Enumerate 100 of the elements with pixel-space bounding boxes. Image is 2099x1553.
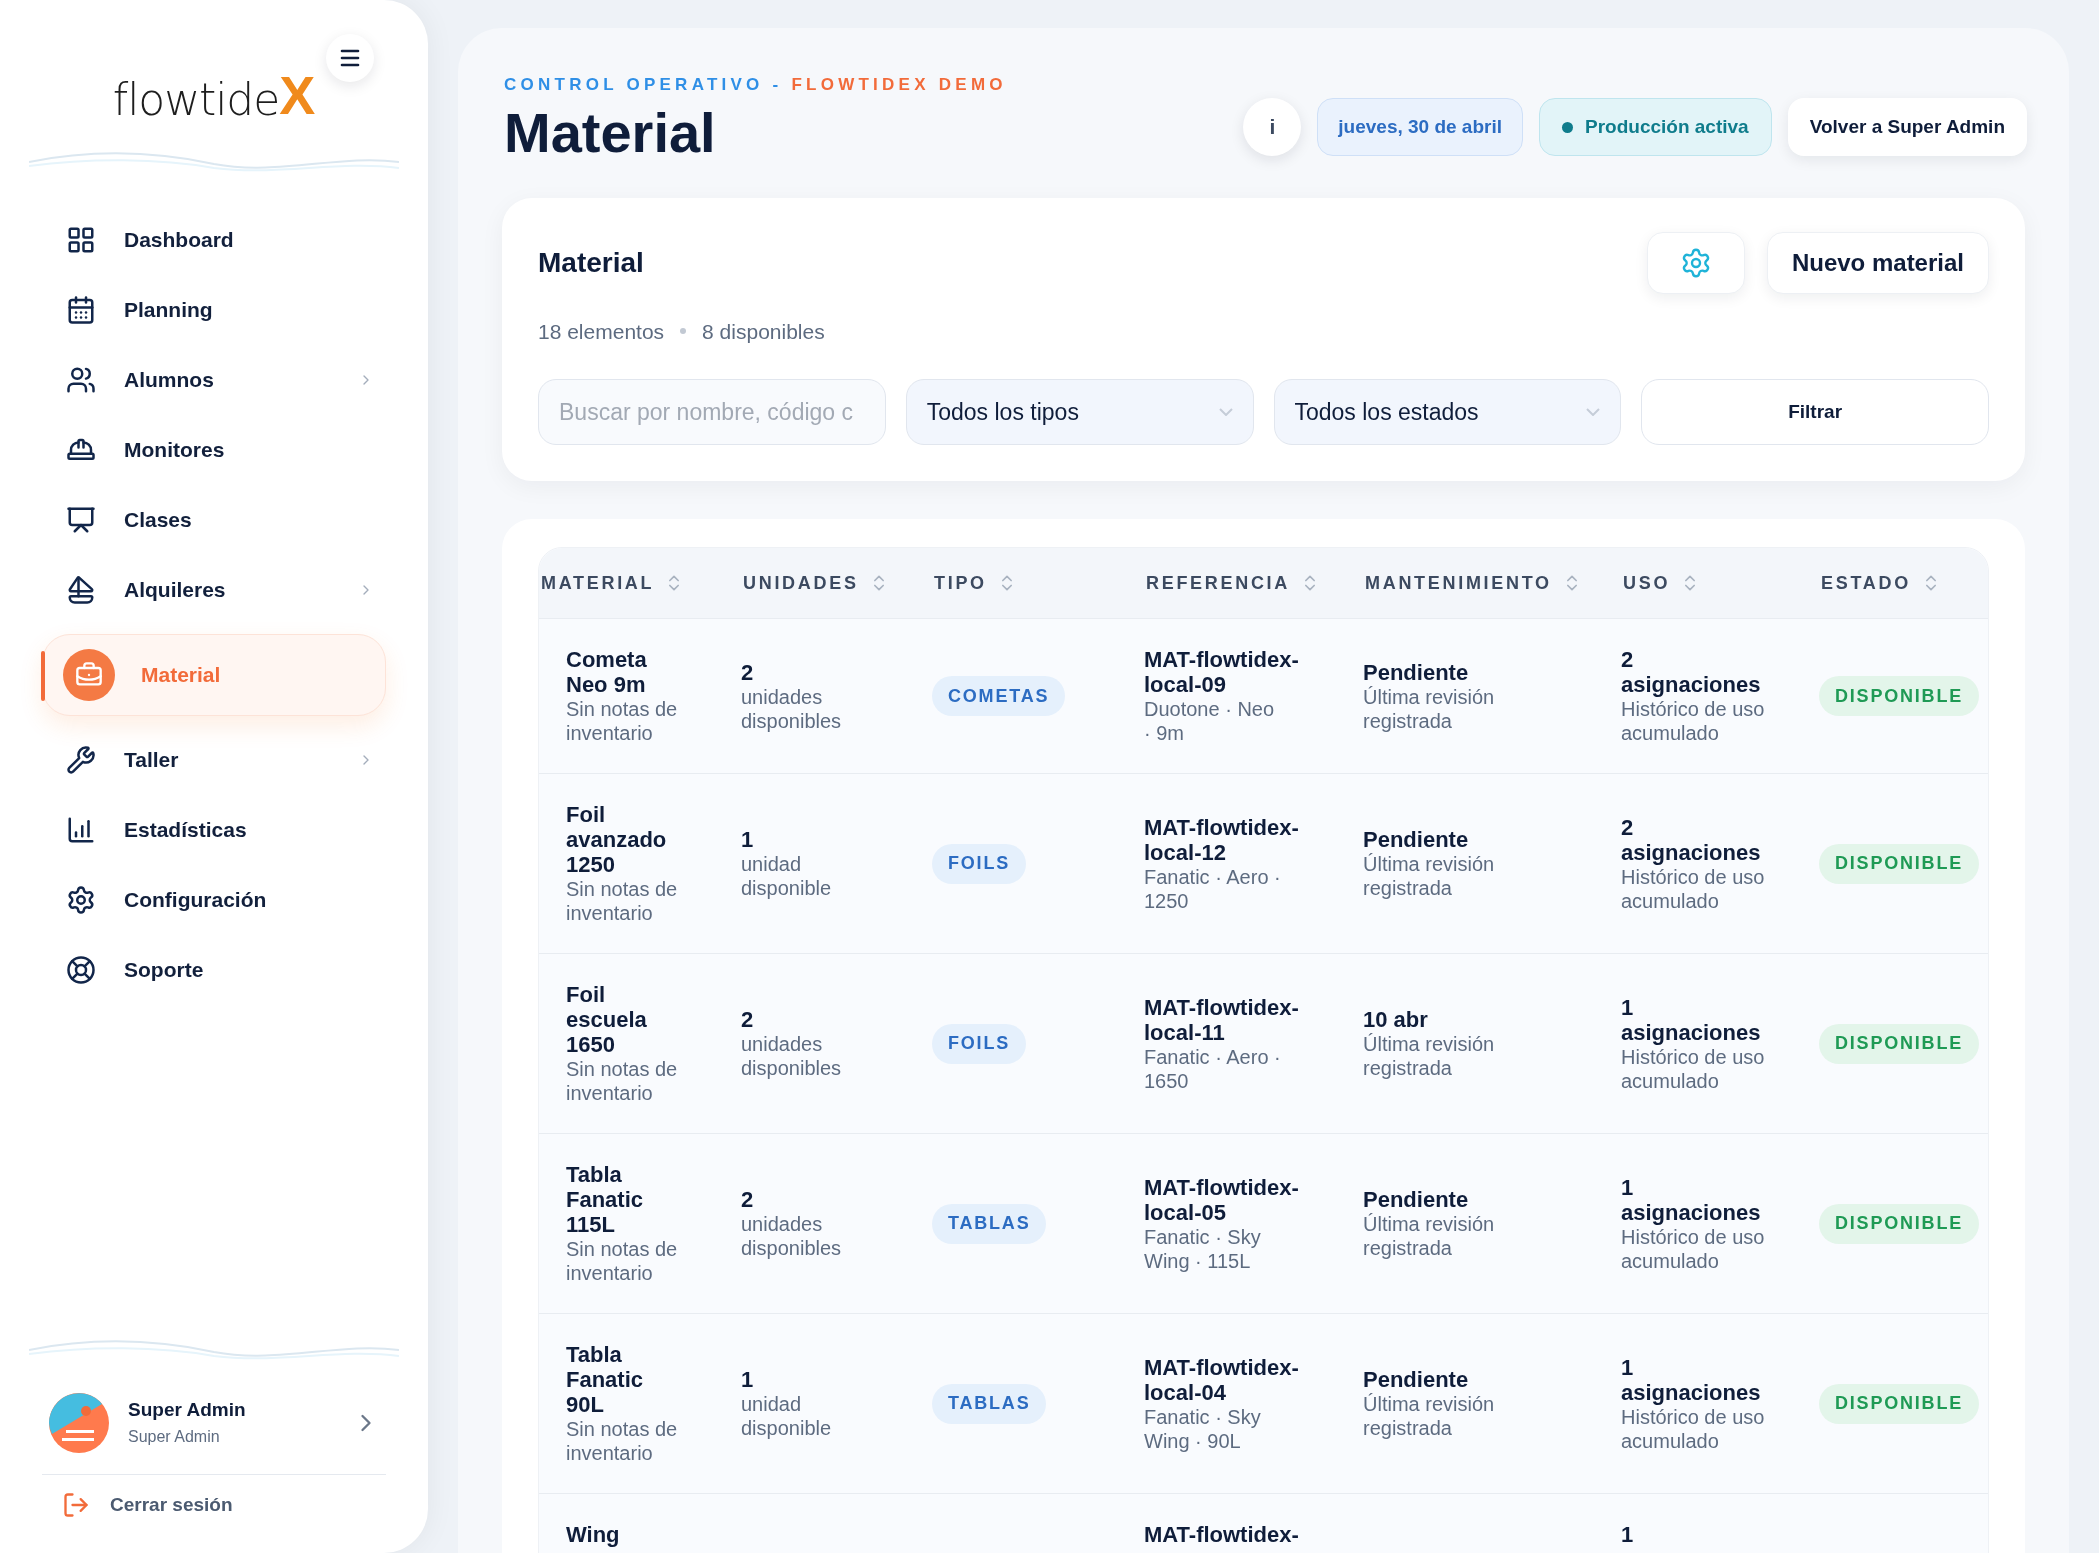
reference-detail: Fanatic · Sky Wing · 90L: [1144, 1404, 1262, 1453]
sailboat-icon: [66, 575, 96, 605]
material-name: Cometa Neo 9m: [566, 647, 648, 697]
filter-button[interactable]: Filtrar: [1641, 379, 1989, 445]
column-header[interactable]: TIPO: [932, 569, 1144, 597]
status-tag: DISPONIBLE: [1819, 1383, 1979, 1424]
wrench-icon: [66, 745, 96, 775]
state-select[interactable]: Todos los estados: [1273, 379, 1622, 445]
menu-button[interactable]: [326, 34, 374, 82]
column-header[interactable]: MANTENIMIENTO: [1363, 569, 1621, 597]
material-notes: Sin notas de inventario: [566, 1237, 679, 1285]
maintenance-note: Última revisión registrada: [1363, 684, 1496, 733]
units-count: 2: [741, 1007, 755, 1032]
status-tag: DISPONIBLE: [1819, 843, 1979, 884]
reference-code: MAT-flowtidex-local-09: [1144, 647, 1300, 697]
grid-icon: [66, 225, 96, 255]
eyebrow: CONTROL OPERATIVO - FLOWTIDEX DEMO: [504, 74, 1007, 96]
material-notes: Sin notas de inventario: [566, 1417, 679, 1465]
reference-detail: Duotone · Neo · 9m: [1144, 697, 1276, 745]
sidebar-item[interactable]: Configuración: [44, 874, 384, 926]
type-tag: TABLAS: [932, 1203, 1047, 1244]
sidebar-item[interactable]: Dashboard: [44, 214, 384, 266]
material-name: Tabla Fanatic 115L: [566, 1162, 645, 1237]
usage-note: Histórico de uso acumulado: [1621, 865, 1766, 913]
maintenance-note: Última revisión registrada: [1363, 1212, 1496, 1260]
units-label: unidad disponible: [741, 1392, 833, 1440]
sidebar-item[interactable]: Monitores: [44, 424, 384, 476]
status-badge: Producción activa: [1539, 98, 1772, 156]
column-header[interactable]: UNIDADES: [741, 569, 932, 597]
reference-code: MAT-flowtidex-local-12: [1144, 814, 1300, 865]
units-label: unidades disponibles: [741, 1032, 843, 1080]
material-name: Tabla Fanatic 90L: [566, 1342, 645, 1417]
material-name: Foil avanzado 1250: [566, 802, 668, 877]
settings-icon: [66, 885, 96, 915]
user-role: Super Admin: [128, 1426, 221, 1447]
maintenance-status: 10 abr: [1363, 1007, 1429, 1032]
user-name: Super Admin: [128, 1398, 247, 1423]
reference-code: MAT-flowtidex-local-05: [1144, 1174, 1300, 1225]
usage-note: Histórico de uso acumulado: [1621, 1405, 1766, 1453]
units-label: unidades disponibles: [741, 1212, 843, 1260]
reference-detail: Fanatic · Aero · 1650: [1144, 1044, 1282, 1093]
material-notes: Sin notas de inventario: [566, 877, 679, 925]
lifebuoy-icon: [66, 955, 96, 985]
material-notes: Sin notas de inventario: [566, 1057, 679, 1105]
sidebar-item[interactable]: Alquileres: [44, 564, 384, 616]
logout-button[interactable]: Cerrar sesión: [62, 1490, 366, 1519]
maintenance-status: Pendiente: [1363, 1367, 1470, 1392]
type-select[interactable]: Todos los tipos: [905, 379, 1254, 445]
back-button[interactable]: Volver a Super Admin: [1787, 98, 2027, 156]
page-title: Material: [504, 99, 717, 166]
usage-note: Histórico de uso acumulado: [1621, 1225, 1766, 1273]
status-tag: DISPONIBLE: [1819, 676, 1979, 716]
maintenance-note: Última revisión registrada: [1363, 1392, 1496, 1440]
search-field[interactable]: Buscar por nombre, código c: [538, 379, 886, 445]
units-count: 1: [741, 1367, 755, 1392]
type-tag: COMETAS: [932, 676, 1066, 716]
type-tag: FOILS: [932, 843, 1026, 884]
units-count: 2: [741, 659, 755, 685]
column-header[interactable]: USO: [1621, 569, 1819, 597]
usage-count: 2 asignaciones: [1621, 647, 1762, 697]
logout-icon: [62, 1490, 90, 1519]
column-header[interactable]: ESTADO: [1819, 569, 1988, 597]
units-count: 1: [741, 827, 755, 852]
sidebar-item[interactable]: Estadísticas: [44, 804, 384, 856]
maintenance-note: Última revisión registrada: [1363, 1032, 1496, 1080]
maintenance-status: Pendiente: [1363, 1187, 1470, 1212]
usage-note: Histórico de uso acumulado: [1621, 697, 1766, 745]
usage-count: 1 asignaciones: [1621, 994, 1762, 1045]
sidebar-item[interactable]: Soporte: [44, 944, 384, 996]
people-icon: [66, 365, 96, 395]
board-icon: [66, 505, 96, 535]
column-header[interactable]: MATERIAL: [539, 569, 741, 597]
units-label: unidad disponible: [741, 852, 833, 900]
column-header[interactable]: REFERENCIA: [1144, 569, 1363, 597]
chevron-down-icon: [1218, 408, 1233, 416]
sidebar-item[interactable]: Alumnos: [44, 354, 384, 406]
toolbox-icon: [75, 661, 103, 689]
avatar: [48, 1391, 110, 1454]
units-count: 2: [741, 1187, 755, 1212]
sidebar-item[interactable]: Clases: [44, 494, 384, 546]
usage-count: 1 asignaciones: [1621, 1174, 1762, 1225]
usage-count: 2 asignaciones: [1621, 814, 1762, 865]
info-button[interactable]: i: [1243, 98, 1302, 156]
sidebar-item[interactable]: Taller: [44, 734, 384, 786]
sidebar-item[interactable]: Planning: [44, 284, 384, 336]
material-notes: Sin notas de inventario: [566, 697, 679, 745]
material-name: Foil escuela 1650: [566, 982, 648, 1057]
status-tag: DISPONIBLE: [1819, 1023, 1979, 1064]
new-material-button[interactable]: Nuevo material: [1766, 231, 1989, 294]
date-badge: jueves, 30 de abril: [1317, 98, 1523, 156]
chevron-down-icon: [1586, 408, 1601, 416]
usage-note: Histórico de uso acumulado: [1621, 1045, 1766, 1093]
user-profile[interactable]: Super Admin Super Admin: [48, 1391, 380, 1454]
usage-count: 1 asignaciones: [1621, 1354, 1762, 1405]
usage-count: 1: [1621, 1522, 1635, 1547]
bar-chart-icon: [66, 815, 96, 845]
material-name: Wing: [566, 1522, 621, 1547]
reference-code: MAT-flowtidex-: [1144, 1522, 1300, 1547]
available-count: 8 disponibles: [702, 318, 825, 345]
units-label: unidades disponibles: [741, 684, 843, 733]
